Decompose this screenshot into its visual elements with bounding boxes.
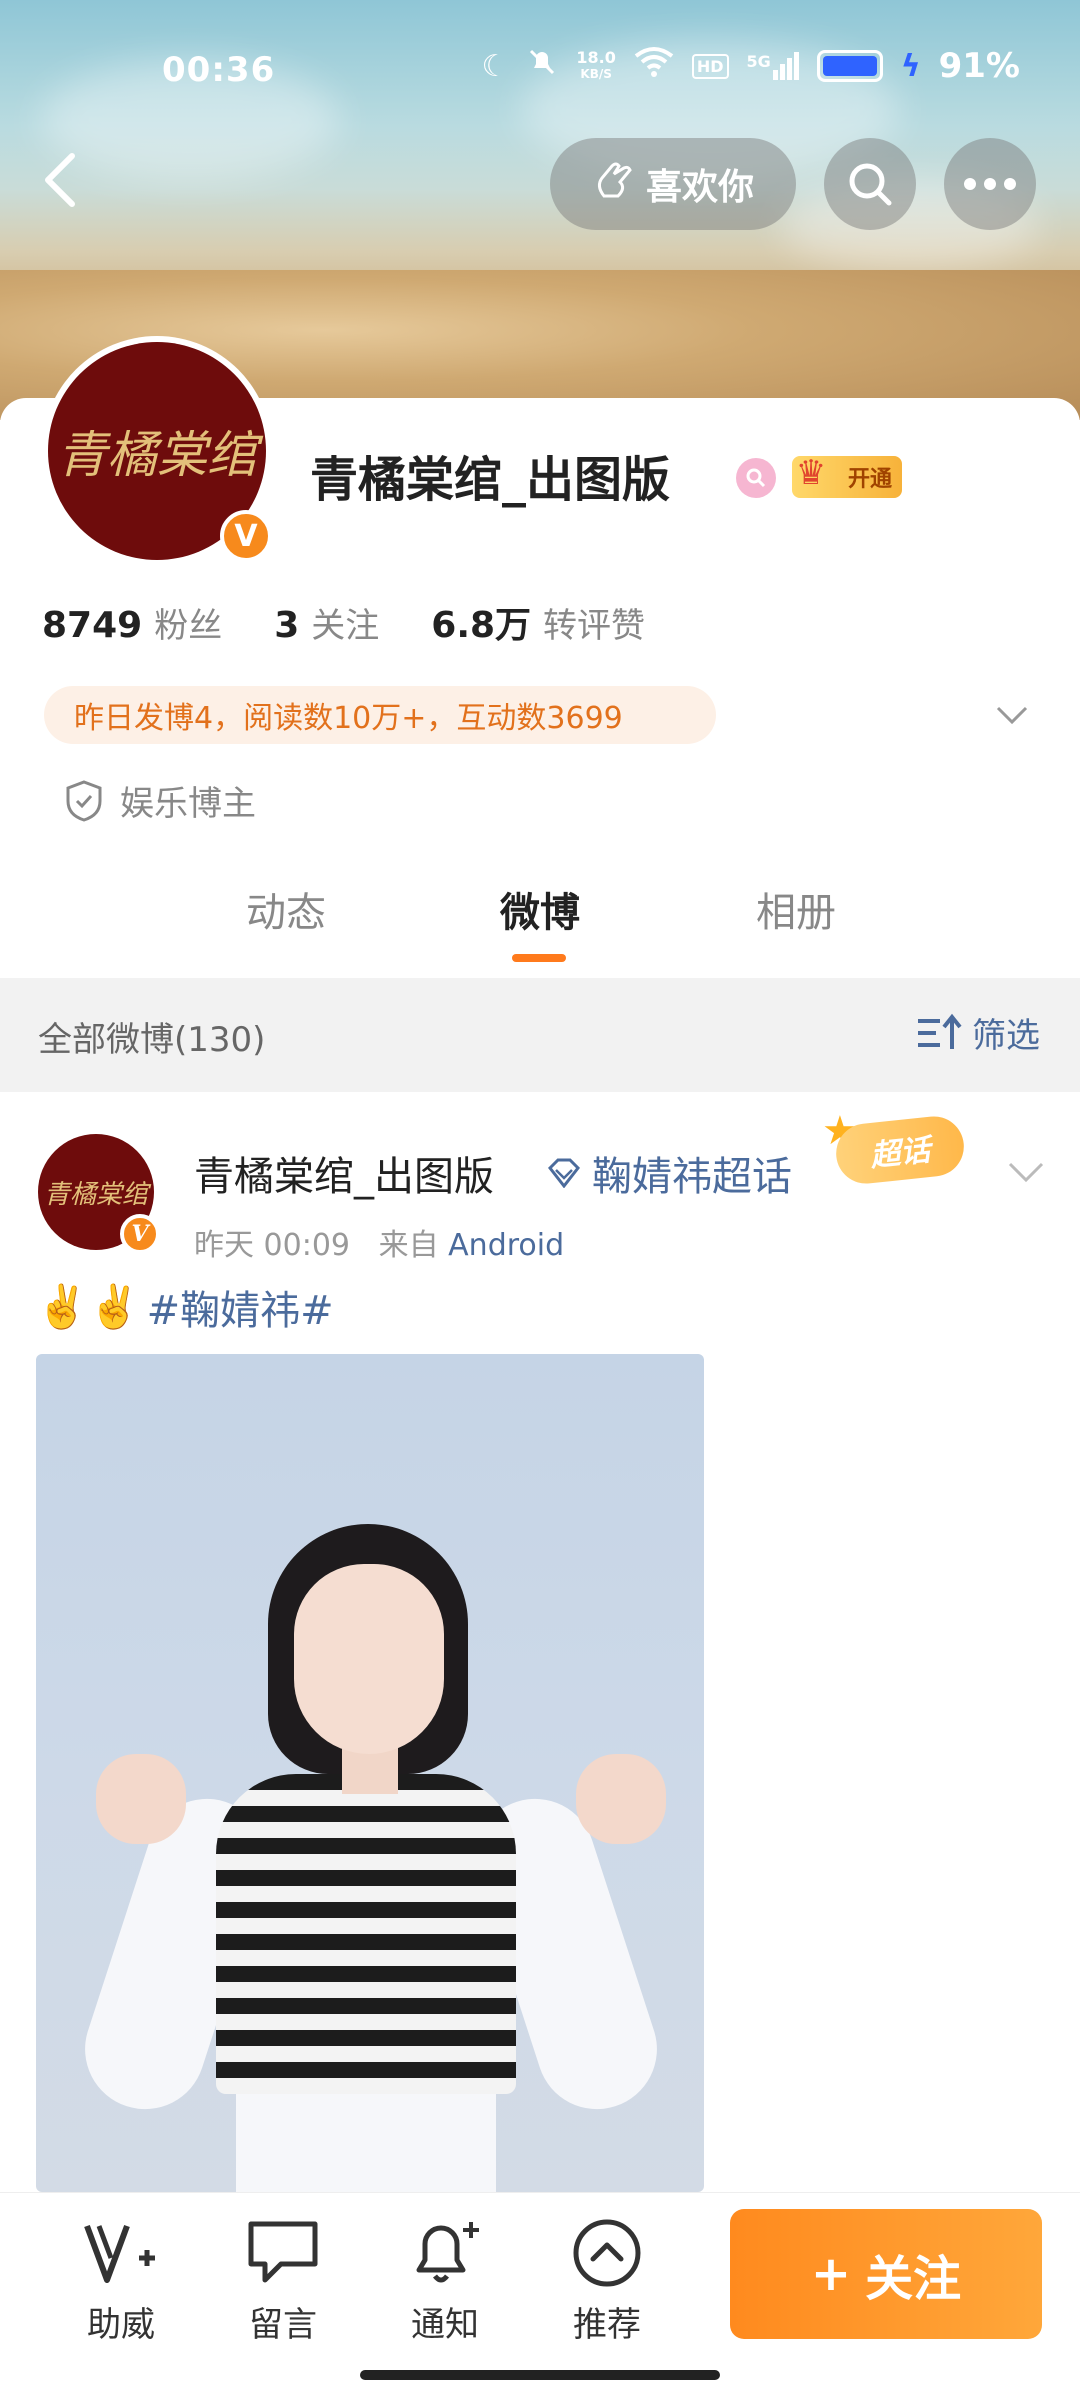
cheer-v-plus-icon [84, 2224, 155, 2283]
like-you-label: 喜欢你 [645, 167, 754, 208]
battery-percent: 91% [938, 46, 1020, 86]
avatar-calligraphy-logo: 青橘棠绾 [43, 1179, 148, 1210]
message-label: 留言 [249, 2305, 317, 2345]
verified-badge-icon: V [120, 1214, 160, 1254]
filter-bar: 全部微博(130) 筛选 [0, 978, 1080, 1092]
search-badge-icon[interactable] [736, 458, 776, 498]
profile-name: 青橘棠绾_出图版 [310, 452, 671, 508]
hd-icon: HD [691, 53, 729, 79]
chevron-up-circle-icon [573, 2219, 641, 2287]
stat-following[interactable]: 3 关注 [274, 598, 379, 647]
stat-interactions[interactable]: 6.8万 转评赞 [431, 596, 645, 648]
follow-label: 关注 [865, 2251, 962, 2307]
post-card[interactable]: 青橘棠绾 V 青橘棠绾_出图版 鞠婧祎超话 ★ 超话 昨天 00:09 来自 A… [0, 1092, 1080, 2192]
post-hashtag[interactable]: #鞠婧祎# [147, 1278, 334, 1336]
vip-label: 开通 [847, 467, 892, 492]
cheer-button[interactable]: 助威 [66, 2213, 176, 2346]
signal-icon: 5G [747, 52, 799, 80]
filter-button[interactable]: 筛选 [916, 1008, 1040, 1057]
notify-label: 通知 [411, 2305, 479, 2345]
post-time: 昨天 00:09 [194, 1228, 350, 1263]
charging-icon: ϟ [900, 48, 921, 84]
chevron-down-icon[interactable] [1006, 1158, 1046, 1188]
recommend-button[interactable]: 推荐 [552, 2213, 662, 2346]
bottom-action-bar: 助威 留言 通知 推荐 + 关注 [0, 2192, 1080, 2400]
search-button[interactable] [824, 138, 916, 230]
tab-weibo[interactable]: 微博 [500, 880, 580, 938]
filter-sort-icon [918, 1013, 962, 1049]
message-button[interactable]: 留言 [228, 2213, 338, 2346]
verified-badge-icon: V [220, 510, 272, 562]
stat-followers[interactable]: 8749 粉丝 [42, 598, 222, 647]
plus-icon: + [810, 2246, 852, 2302]
recommend-label: 推荐 [573, 2305, 641, 2345]
activity-summary[interactable]: 昨日发博4，阅读数10万+，互动数3699 [44, 686, 716, 744]
crown-icon: ♛ [795, 453, 827, 493]
battery-icon [816, 50, 883, 82]
creator-tag-label: 娱乐博主 [120, 784, 256, 824]
post-author-avatar[interactable]: 青橘棠绾 V [38, 1134, 160, 1254]
status-bar: 00:36 ☾ 18.0 KB/S HD 5G ϟ 91% [0, 40, 1080, 100]
home-indicator[interactable] [360, 2370, 720, 2380]
chevron-down-icon[interactable] [992, 696, 1032, 736]
post-source: Android [448, 1228, 565, 1263]
wifi-icon [634, 46, 674, 86]
net-speed: 18.0 KB/S [576, 48, 616, 82]
bell-plus-icon [416, 2222, 479, 2283]
filter-label: 筛选 [972, 1016, 1040, 1056]
more-button[interactable] [944, 138, 1036, 230]
status-time: 00:36 [162, 50, 276, 90]
like-you-button[interactable]: 喜欢你 [550, 138, 796, 230]
profile-stats: 8749 粉丝 3 关注 6.8万 转评赞 [42, 596, 697, 648]
profile-avatar[interactable]: 青橘棠绾 V [42, 336, 272, 566]
post-photo[interactable] [36, 1354, 704, 2192]
tab-dynamic[interactable]: 动态 [246, 880, 326, 938]
more-dots-icon [964, 178, 1016, 190]
back-button[interactable] [30, 140, 90, 220]
supertopic-label: 鞠婧祎超话 [592, 1154, 792, 1200]
active-tab-indicator [512, 954, 566, 962]
moon-icon: ☾ [481, 48, 509, 84]
post-author-name[interactable]: 青橘棠绾_出图版 [194, 1144, 494, 1202]
vip-open-badge[interactable]: ♛ 开通 [792, 453, 902, 498]
post-source-prefix: 来自 [378, 1228, 439, 1263]
post-meta: 昨天 00:09 来自 Android [194, 1220, 564, 1264]
post-count: 全部微博(130) [38, 1020, 266, 1060]
bell-off-icon [526, 46, 558, 86]
hand-wave-icon [592, 158, 636, 211]
post-supertopic-link[interactable]: 鞠婧祎超话 [546, 1144, 792, 1202]
victory-hand-emoji: ✌️✌️ [36, 1282, 141, 1331]
notify-button[interactable]: 通知 [390, 2213, 500, 2346]
follow-button[interactable]: + 关注 [730, 2209, 1042, 2339]
shield-check-icon [66, 779, 102, 822]
chevron-left-icon [45, 153, 75, 207]
post-text: ✌️✌️ #鞠婧祎# [36, 1278, 334, 1336]
chat-bubble-icon [248, 2221, 318, 2283]
tab-album[interactable]: 相册 [756, 880, 836, 938]
search-icon [849, 163, 892, 206]
diamond-icon [548, 1158, 580, 1188]
creator-tag[interactable]: 娱乐博主 [64, 776, 256, 825]
cheer-label: 助威 [87, 2305, 155, 2345]
